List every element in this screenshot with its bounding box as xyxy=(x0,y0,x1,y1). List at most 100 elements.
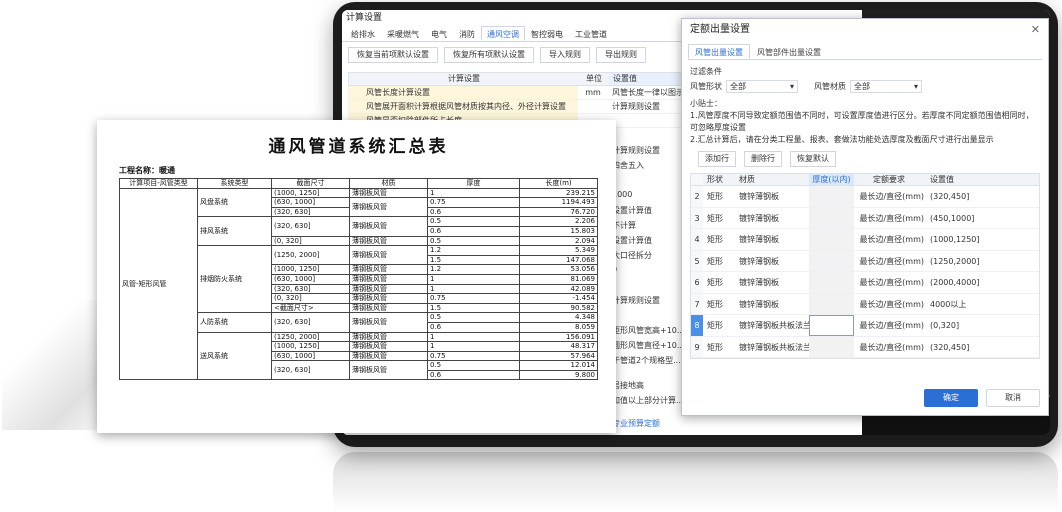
setting-value[interactable]: 层接地高 xyxy=(612,380,644,391)
report-category: 风管-矩形风管 xyxy=(119,187,198,381)
report-size: (630, 1000] xyxy=(271,350,350,362)
shape-select[interactable]: 全部 ▾ xyxy=(726,79,798,93)
row-shape[interactable]: 矩形 xyxy=(703,272,739,293)
header-value: 设置值 xyxy=(930,175,954,184)
row-value[interactable]: (320,450] xyxy=(924,186,1039,207)
import-rules-button[interactable]: 导入规则 xyxy=(540,47,590,63)
row-value[interactable]: 4000以上 xyxy=(924,294,1039,315)
delete-row-button[interactable]: 删除行 xyxy=(744,151,782,167)
material-select[interactable]: 全部 ▾ xyxy=(850,79,922,93)
setting-value[interactable]: 圆形风管直径+10... xyxy=(612,340,685,351)
tab-duct-parts-output[interactable]: 风管部件出量设置 xyxy=(750,44,828,59)
setting-value[interactable]: 加值以上部分计算... xyxy=(612,395,684,406)
report-material: 薄钢板风管 xyxy=(349,341,428,352)
row-material[interactable]: 镀锌薄钢板 xyxy=(739,229,809,250)
row-value[interactable]: (1000,1250] xyxy=(924,229,1039,250)
setting-value[interactable]: 计算规则设置 xyxy=(612,145,660,156)
tab-plumbing[interactable]: 给排水 xyxy=(345,26,381,41)
row-material[interactable]: 镀锌薄钢板 xyxy=(739,251,809,272)
report-size: (320, 630] xyxy=(271,360,350,381)
report-thickness: 0.6 xyxy=(427,225,520,237)
row-shape[interactable]: 矩形 xyxy=(703,251,739,272)
dialog-footer: 确定 取消 xyxy=(924,389,1040,407)
table-row-selected[interactable]: 8 矩形 镀锌薄钢板共板法兰 最长边/直径(mm) (0,320] xyxy=(691,315,1039,337)
report-system: 人防系统 xyxy=(197,312,272,333)
table-row[interactable]: 6 矩形 镀锌薄钢板 最长边/直径(mm) (2000,4000] xyxy=(691,272,1039,294)
setting-value[interactable]: 大口径拆分 xyxy=(612,250,652,261)
report-material: 薄钢板风管 xyxy=(349,360,428,381)
row-material[interactable]: 镀锌薄钢板 xyxy=(739,272,809,293)
row-shape[interactable]: 矩形 xyxy=(703,208,739,229)
row-shape[interactable]: 矩形 xyxy=(703,315,739,336)
filter-label: 过滤条件 xyxy=(690,67,722,76)
row-thickness[interactable] xyxy=(809,250,854,271)
row-requirement: 最长边/直径(mm) xyxy=(859,342,924,352)
row-shape[interactable]: 矩形 xyxy=(703,294,739,315)
tab-heating-gas[interactable]: 采暖燃气 xyxy=(381,26,425,41)
row-thickness[interactable] xyxy=(809,229,854,250)
setting-value[interactable]: 四舍五入 xyxy=(612,160,644,171)
row-thickness[interactable] xyxy=(809,272,854,293)
row-thickness[interactable] xyxy=(809,336,854,357)
tab-smart-weak[interactable]: 智控弱电 xyxy=(525,26,569,41)
setting-value[interactable]: 设置计算值 xyxy=(612,205,652,216)
row-value[interactable]: (2000,4000] xyxy=(924,272,1039,293)
row-shape[interactable]: 矩形 xyxy=(703,229,739,250)
table-row[interactable]: 7 矩形 镀锌薄钢板 最长边/直径(mm) 4000以上 xyxy=(691,293,1039,315)
tab-hvac[interactable]: 通风空调 xyxy=(481,26,525,41)
export-rules-button[interactable]: 导出规则 xyxy=(596,47,646,63)
tab-fire[interactable]: 消防 xyxy=(453,26,481,41)
report-size: (0, 320] xyxy=(271,293,350,304)
tab-electrical[interactable]: 电气 xyxy=(425,26,453,41)
report-thickness: 1 xyxy=(427,273,520,285)
restore-all-default-button[interactable]: 恢复所有项默认设置 xyxy=(444,47,534,63)
row-value[interactable]: (0,320] xyxy=(924,315,1039,336)
report-size: (630, 1000] xyxy=(271,197,350,208)
row-number: 9 xyxy=(691,336,703,357)
table-row[interactable]: 9 矩形 镀锌薄钢板共板法兰 最长边/直径(mm) (320,450] xyxy=(691,336,1039,358)
report-length: 53.056 xyxy=(519,264,598,275)
tips-section: 小贴士： 1.风管厚度不同导致定额范围值不同时，可设置厚度值进行区分。若厚度不同… xyxy=(690,98,1040,146)
restore-current-default-button[interactable]: 恢复当前项默认设置 xyxy=(348,47,438,63)
table-row[interactable]: 2 矩形 镀锌薄钢板 最长边/直径(mm) (320,450] xyxy=(691,186,1039,208)
row-thickness[interactable] xyxy=(809,293,854,314)
thickness-input[interactable] xyxy=(809,315,854,336)
row-thickness[interactable] xyxy=(809,186,854,207)
tab-duct-output[interactable]: 风管出量设置 xyxy=(688,44,750,59)
report-material: 薄钢板风管 xyxy=(349,273,428,285)
setting-value[interactable]: 于管道2个规格型... xyxy=(612,355,681,366)
restore-default-button[interactable]: 恢复默认 xyxy=(790,151,836,167)
close-icon[interactable]: ✕ xyxy=(1031,19,1040,41)
table-row[interactable]: 5 矩形 镀锌薄钢板 最长边/直径(mm) (1250,2000] xyxy=(691,250,1039,272)
row-material[interactable]: 镀锌薄钢板 xyxy=(739,186,809,207)
table-row[interactable]: 3 矩形 镀锌薄钢板 最长边/直径(mm) (450,1000] xyxy=(691,207,1039,229)
row-thickness[interactable] xyxy=(809,207,854,228)
row-value[interactable]: (320,450] xyxy=(924,337,1039,358)
quota-table: 形状 材质 厚度(以内) 定额要求 设置值 2 矩形 镀锌薄钢板 最长边/直径(… xyxy=(690,173,1040,359)
row-material[interactable]: 镀锌薄钢板 xyxy=(739,208,809,229)
setting-value[interactable]: 计算规则设置 xyxy=(612,295,660,306)
row-material[interactable]: 镀锌薄钢板共板法兰 xyxy=(739,315,809,336)
row-shape[interactable]: 矩形 xyxy=(703,186,739,207)
row-material[interactable]: 镀锌薄钢板共板法兰 xyxy=(739,337,809,358)
setting-value[interactable]: 矩形风管宽高+10... xyxy=(612,325,685,336)
row-unit: mm xyxy=(585,88,601,97)
report-row: 风管-矩形风管 风盘系统 (1000, 1250] 薄钢板风管 1 239.215 xyxy=(119,187,598,381)
row-material[interactable]: 镀锌薄钢板 xyxy=(739,294,809,315)
row-value[interactable]: (1250,2000] xyxy=(924,251,1039,272)
row-value[interactable]: (450,1000] xyxy=(924,208,1039,229)
report-material: 薄钢板风管 xyxy=(349,187,428,199)
table-row[interactable]: 4 矩形 镀锌薄钢板 最长边/直径(mm) (1000,1250] xyxy=(691,229,1039,251)
setting-value[interactable]: 设置计算值 xyxy=(612,235,652,246)
add-row-button[interactable]: 添加行 xyxy=(698,151,736,167)
cancel-button[interactable]: 取消 xyxy=(986,389,1040,407)
row-shape[interactable]: 矩形 xyxy=(703,337,739,358)
tab-industrial-pipe[interactable]: 工业管道 xyxy=(569,26,613,41)
report-size: (320, 630] xyxy=(271,283,350,295)
report-length: 5.349 xyxy=(519,245,598,256)
row-unit xyxy=(578,100,608,113)
report-size: (1250, 2000] xyxy=(271,245,350,266)
report-thickness: 0.75 xyxy=(427,197,520,208)
ok-button[interactable]: 确定 xyxy=(924,389,978,407)
report-title: 通风管道系统汇总表 xyxy=(268,137,449,157)
